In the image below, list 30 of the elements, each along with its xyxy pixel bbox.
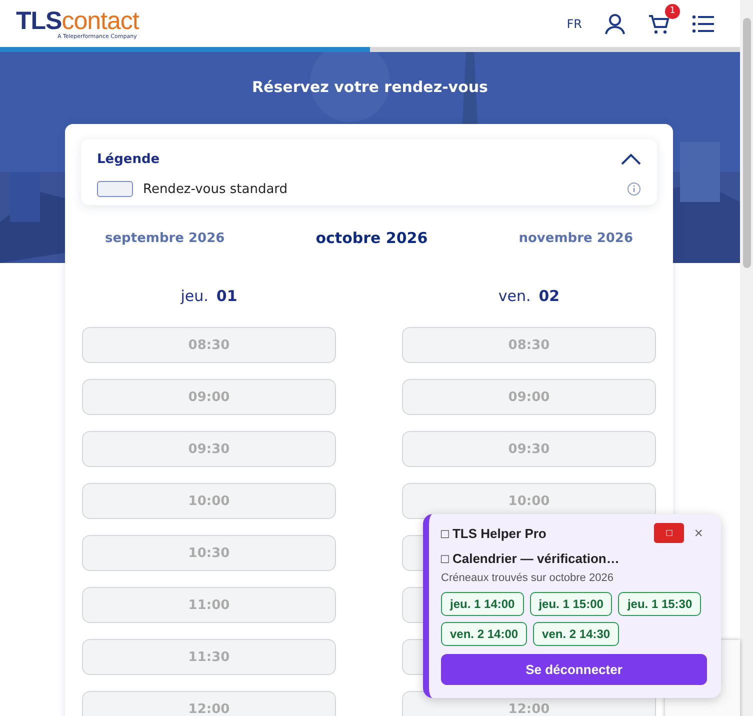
menu-icon[interactable] xyxy=(692,14,714,34)
found-slot-chip[interactable]: jeu. 1 15:30 xyxy=(618,592,702,616)
cart-icon[interactable] xyxy=(648,12,670,34)
language-button[interactable]: FR xyxy=(566,16,582,30)
user-icon[interactable] xyxy=(604,12,626,34)
panel-title: □ TLS Helper Pro xyxy=(441,526,548,540)
info-icon[interactable] xyxy=(627,182,641,196)
subtitle-text: Créneaux trouvés sur octobre 2026 xyxy=(441,572,614,584)
scrollbar[interactable] xyxy=(740,0,753,716)
stop-button[interactable]: □ xyxy=(654,523,684,543)
close-button[interactable]: × xyxy=(690,524,707,542)
cart-count-badge: 1 xyxy=(665,4,680,18)
logout-button[interactable]: Se déconnecter xyxy=(441,654,707,685)
legend-label: Rendez-vous standard xyxy=(143,182,289,196)
month-tab[interactable]: septembre 2026 xyxy=(105,229,225,247)
found-slot-chip[interactable]: ven. 2 14:30 xyxy=(533,622,620,646)
month-tab[interactable]: novembre 2026 xyxy=(518,229,633,247)
page-title: Réservez votre rendez-vous xyxy=(251,77,489,98)
legend-swatch xyxy=(97,181,133,197)
chevron-icon[interactable] xyxy=(621,153,641,165)
month-tab[interactable]: octobre 2026 xyxy=(316,229,428,247)
status-text: □ Calendrier — vérification… xyxy=(441,551,620,566)
day-number: 01 xyxy=(216,287,238,305)
found-slot-chip[interactable]: ven. 2 14:00 xyxy=(441,622,528,646)
found-slot-chip[interactable]: jeu. 1 14:00 xyxy=(441,592,524,616)
day-number: 02 xyxy=(538,287,560,305)
found-slot-chip[interactable]: jeu. 1 15:00 xyxy=(530,592,612,616)
weekday-label: jeu. xyxy=(180,287,208,305)
weekday-label: ven. xyxy=(498,287,531,305)
legend-title: Légende xyxy=(97,152,160,166)
